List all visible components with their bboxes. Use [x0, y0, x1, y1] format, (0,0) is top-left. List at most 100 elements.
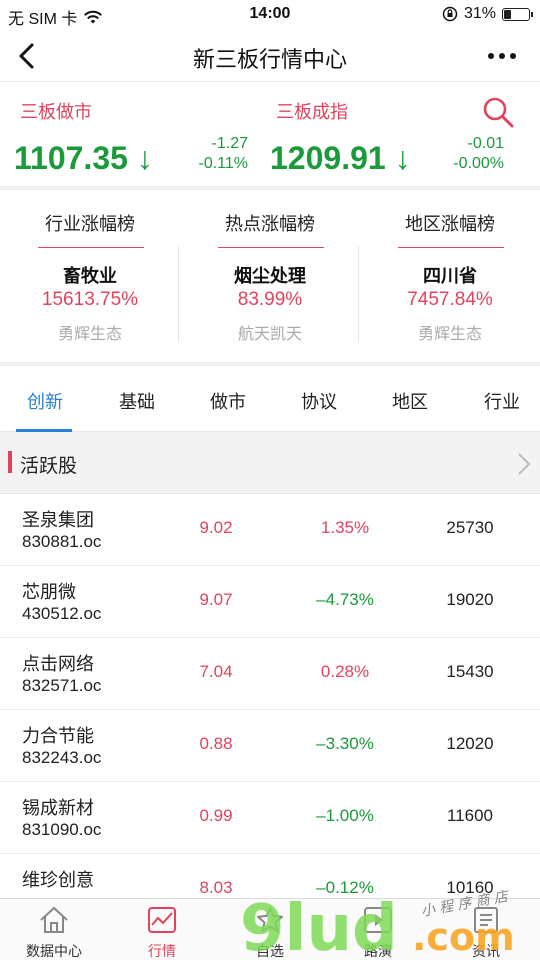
chevron-right-icon	[518, 453, 531, 475]
stock-price: 0.88	[199, 734, 233, 753]
rank-top-pct: 15613.75%	[41, 289, 139, 310]
tab-region[interactable]: 地区	[375, 388, 445, 414]
rank-underline	[398, 247, 504, 248]
stock-name: 圣泉集团	[22, 510, 94, 530]
stock-code: 830881.oc	[22, 532, 102, 551]
index-name: 三板成指	[276, 102, 348, 122]
stock-price: 0.99	[199, 806, 233, 825]
status-right: 31%	[442, 5, 533, 23]
bottom-tab-label: 路演	[364, 943, 392, 959]
stock-price: 7.04	[199, 662, 233, 681]
bottom-tab-label: 资讯	[472, 943, 500, 959]
stock-code: 832243.oc	[22, 748, 102, 767]
page-title: 新三板行情中心	[192, 47, 347, 72]
market-tabs: 创新 基础 做市 协议 地区 行业	[0, 366, 540, 432]
stock-volume: 19020	[446, 590, 494, 609]
index-value: 1209.91 ↓	[270, 140, 411, 176]
index-name: 三板做市	[20, 102, 92, 122]
rank-card-industry[interactable]: 行业涨幅榜 畜牧业 15613.75% 勇辉生态	[0, 190, 180, 362]
rank-title: 热点涨幅榜	[225, 214, 315, 234]
stock-code: 430512.oc	[22, 604, 102, 623]
rank-top-name: 畜牧业	[63, 266, 117, 286]
news-icon	[474, 907, 498, 933]
battery-icon	[502, 7, 533, 21]
stock-change-pct: –1.00%	[316, 806, 374, 825]
index-change: -0.01	[467, 135, 504, 152]
more-icon[interactable]	[486, 40, 518, 72]
tab-industry[interactable]: 行业	[467, 388, 537, 414]
bottom-tab-roadshow[interactable]: 路演	[324, 899, 432, 960]
rank-card-region[interactable]: 地区涨幅榜 四川省 7457.84% 勇辉生态	[360, 190, 540, 362]
rank-card-hotspot[interactable]: 热点涨幅榜 烟尘处理 83.99% 航天凯天	[180, 190, 360, 362]
orientation-lock-icon	[442, 6, 458, 22]
stock-name: 力合节能	[22, 726, 94, 746]
stock-name: 点击网络	[22, 654, 94, 674]
battery-percent: 31%	[463, 5, 496, 22]
rank-title: 行业涨幅榜	[45, 214, 135, 234]
stock-volume: 15430	[446, 662, 494, 681]
rank-top-pct: 83.99%	[237, 289, 303, 310]
index-sanban-market-maker[interactable]: 三板做市 1107.35 ↓ -1.27 -0.11%	[0, 82, 260, 186]
stock-price: 9.02	[199, 518, 233, 537]
bottom-tab-news[interactable]: 资讯	[432, 899, 540, 960]
rank-top-name: 烟尘处理	[234, 266, 306, 286]
bottom-tab-label: 行情	[148, 943, 176, 959]
bottom-tab-market[interactable]: 行情	[108, 899, 216, 960]
vertical-divider	[358, 246, 359, 342]
search-icon[interactable]	[480, 94, 516, 130]
navigation-bar: 新三板行情中心	[0, 30, 540, 82]
rank-underline	[218, 247, 324, 248]
chart-icon	[148, 907, 176, 933]
table-row[interactable]: 点击网络 832571.oc 7.04 0.28% 15430	[0, 638, 540, 710]
stock-change-pct: –0.12%	[316, 878, 374, 897]
rank-top-stock: 航天凯天	[237, 326, 302, 343]
bottom-tab-data-center[interactable]: 数据中心	[0, 899, 108, 960]
stock-volume: 11600	[446, 806, 493, 825]
index-summary: 三板做市 1107.35 ↓ -1.27 -0.11% 三板成指 1209.91…	[0, 82, 540, 186]
table-row[interactable]: 芯朋微 430512.oc 9.07 –4.73% 19020	[0, 566, 540, 638]
stock-change-pct: –4.73%	[316, 590, 374, 609]
bottom-tab-label: 自选	[256, 943, 284, 959]
rank-top-pct: 7457.84%	[407, 289, 493, 310]
index-change-pct: -0.11%	[198, 155, 248, 172]
tab-market-making[interactable]: 做市	[193, 388, 263, 414]
index-change-pct: -0.00%	[453, 155, 504, 172]
tab-agreement[interactable]: 协议	[284, 388, 354, 414]
play-icon	[364, 907, 392, 933]
home-icon	[40, 906, 68, 933]
stock-price: 9.07	[199, 590, 233, 609]
stock-volume: 12020	[446, 734, 494, 753]
star-icon	[257, 907, 283, 932]
stock-change-pct: –3.30%	[316, 734, 374, 753]
bottom-tab-watchlist[interactable]: 自选	[216, 899, 324, 960]
tab-innovation[interactable]: 创新	[10, 388, 80, 414]
table-row[interactable]: 圣泉集团 830881.oc 9.02 1.35% 25730	[0, 494, 540, 566]
index-change: -1.27	[211, 135, 248, 152]
rank-top-stock: 勇辉生态	[57, 326, 122, 343]
table-row[interactable]: 锡成新材 831090.oc 0.99 –1.00% 11600	[0, 782, 540, 854]
stock-change-pct: 1.35%	[320, 518, 370, 537]
stock-change-pct: 0.28%	[320, 662, 370, 681]
stock-code: 832571.oc	[22, 676, 102, 695]
stock-name: 锡成新材	[22, 798, 94, 818]
rank-top-name: 四川省	[423, 266, 477, 286]
vertical-divider	[178, 246, 179, 342]
rank-top-stock: 勇辉生态	[417, 326, 482, 343]
stock-name: 维珍创意	[22, 870, 94, 890]
bottom-tab-label: 数据中心	[26, 943, 82, 959]
section-title: 活跃股	[20, 456, 78, 477]
tab-basic[interactable]: 基础	[102, 388, 172, 414]
rank-title: 地区涨幅榜	[405, 214, 495, 234]
index-value: 1107.35 ↓	[14, 140, 153, 176]
stock-volume: 10160	[446, 878, 494, 897]
stock-name: 芯朋微	[22, 582, 76, 602]
section-active-stocks[interactable]: 活跃股	[0, 432, 540, 494]
ranking-cards: 行业涨幅榜 畜牧业 15613.75% 勇辉生态 热点涨幅榜 烟尘处理 83.9…	[0, 190, 540, 362]
stock-volume: 25730	[446, 518, 494, 537]
table-row[interactable]: 力合节能 832243.oc 0.88 –3.30% 12020	[0, 710, 540, 782]
section-accent-bar	[8, 451, 12, 473]
rank-underline	[38, 247, 144, 248]
status-bar: 无 SIM 卡 14:00 31%	[0, 0, 540, 30]
stock-code: 831090.oc	[22, 820, 102, 839]
bottom-tab-bar: 数据中心 行情 自选 路演 资讯	[0, 898, 540, 960]
